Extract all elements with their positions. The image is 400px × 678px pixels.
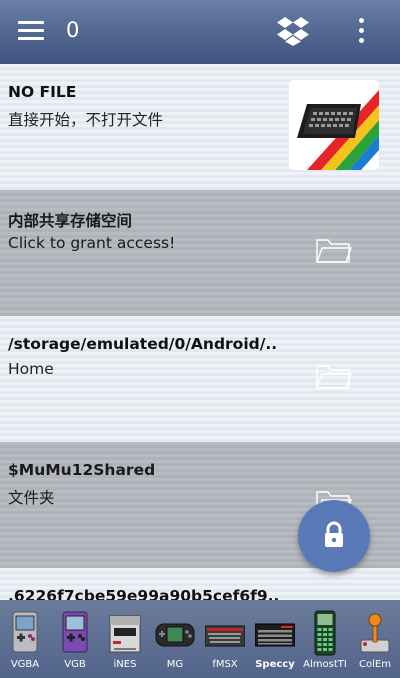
emulator-label: ColEm bbox=[359, 659, 391, 670]
game-gear-icon bbox=[155, 610, 195, 656]
emulator-mg[interactable]: MG bbox=[150, 600, 200, 678]
list-item-title: .6226f7cbe59e99a90b5cef6f9.. bbox=[8, 587, 280, 600]
emulator-ines[interactable]: iNES bbox=[100, 600, 150, 678]
list-item-title: NO FILE bbox=[8, 83, 77, 101]
zx-spectrum-icon bbox=[254, 610, 296, 656]
emulator-label: iNES bbox=[113, 659, 137, 670]
list-item-subtitle: 直接开始，不打开文件 bbox=[8, 111, 164, 129]
emulator-vgba[interactable]: VGBA bbox=[0, 600, 50, 678]
hamburger-menu-icon[interactable] bbox=[18, 21, 44, 41]
folder-icon bbox=[316, 236, 352, 264]
file-counter: 0 bbox=[66, 18, 80, 42]
list-item-no-file[interactable]: NO FILE 直接开始，不打开文件 bbox=[0, 64, 400, 190]
emulator-speccy[interactable]: Speccy bbox=[250, 600, 300, 678]
emulator-label: Speccy bbox=[255, 659, 295, 670]
list-item-subtitle: 文件夹 bbox=[8, 489, 55, 507]
zx-spectrum-thumbnail bbox=[289, 80, 379, 170]
emulator-label: fMSX bbox=[212, 659, 238, 670]
emulator-label: VGBA bbox=[10, 659, 40, 670]
emulator-colem[interactable]: ColEm bbox=[350, 600, 400, 678]
emulator-label: MG bbox=[166, 659, 184, 670]
emulator-bar: VGBA VGB iNES MG fMSX Speccy AlmostTI Co… bbox=[0, 600, 400, 678]
ti-calculator-icon bbox=[305, 610, 345, 656]
emulator-label: AlmostTI bbox=[303, 659, 347, 670]
dropbox-icon[interactable] bbox=[276, 16, 310, 46]
gameboy-advance-icon bbox=[5, 610, 45, 656]
emulator-vgb[interactable]: VGB bbox=[50, 600, 100, 678]
emulator-almostti[interactable]: AlmostTI bbox=[300, 600, 350, 678]
list-item-subtitle: Click to grant access! bbox=[8, 234, 176, 252]
lock-fab-button[interactable] bbox=[298, 500, 370, 572]
gameboy-color-icon bbox=[55, 610, 95, 656]
list-item-title: 内部共享存储空间 bbox=[8, 212, 133, 230]
emulator-fmsx[interactable]: fMSX bbox=[200, 600, 250, 678]
app-toolbar: 0 bbox=[0, 0, 400, 64]
more-vertical-icon[interactable] bbox=[358, 18, 366, 44]
list-item-subtitle: Home bbox=[8, 360, 54, 378]
coleco-joystick-icon bbox=[355, 610, 395, 656]
msx-computer-icon bbox=[204, 610, 246, 656]
list-item-home[interactable]: /storage/emulated/0/Android/.. Home bbox=[0, 316, 400, 442]
list-item-internal-storage[interactable]: 内部共享存储空间 Click to grant access! bbox=[0, 190, 400, 316]
list-item-title: /storage/emulated/0/Android/.. bbox=[8, 335, 278, 353]
list-item-title: $MuMu12Shared bbox=[8, 461, 156, 479]
emulator-label: VGB bbox=[64, 659, 86, 670]
lock-icon bbox=[325, 521, 343, 547]
nes-console-icon bbox=[105, 610, 145, 656]
list-item-hash-folder[interactable]: .6226f7cbe59e99a90b5cef6f9.. bbox=[0, 568, 400, 600]
folder-icon bbox=[316, 362, 352, 390]
